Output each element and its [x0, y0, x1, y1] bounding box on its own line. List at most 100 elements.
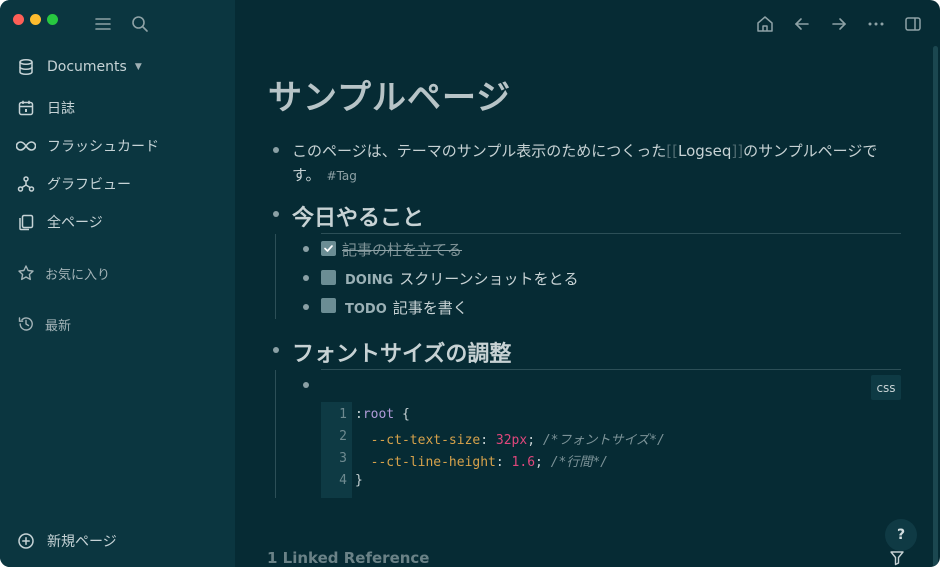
- arrow-left-icon[interactable]: [792, 14, 812, 34]
- sidebar-item-all-pages[interactable]: 全ページ: [16, 210, 221, 234]
- code-token: --ct-text-size: [355, 433, 481, 448]
- minimize-window-button[interactable]: [30, 14, 41, 25]
- code-token: :: [495, 455, 512, 470]
- block-bullet[interactable]: [303, 304, 309, 310]
- task-checkbox-checked[interactable]: [321, 241, 336, 256]
- filter-icon[interactable]: [889, 550, 905, 567]
- plus-circle-icon: [16, 531, 36, 551]
- task-text-done[interactable]: 記事の柱を立てる: [342, 239, 462, 260]
- recent-label: 最新: [45, 318, 72, 334]
- close-window-button[interactable]: [13, 14, 24, 25]
- link-bracket: [[: [666, 142, 678, 160]
- sidebar-item-label: 全ページ: [47, 215, 103, 231]
- task-todo[interactable]: TODO 記事を書く: [345, 297, 468, 318]
- home-icon[interactable]: [755, 14, 775, 34]
- tag-link[interactable]: #Tag: [327, 169, 357, 183]
- code-comment: /*フォントサイズ*/: [542, 433, 665, 448]
- graph-icon: [16, 174, 36, 194]
- code-token: ;: [527, 433, 543, 448]
- code-block[interactable]: 1 2 3 4 :root { --ct-text-size: 32px; /*…: [321, 402, 901, 498]
- code-token: ;: [535, 455, 551, 470]
- block-guide-line: [275, 234, 276, 319]
- section-heading[interactable]: 今日やること: [292, 200, 424, 232]
- intro-text: のサンプルページで: [743, 142, 878, 160]
- line-number: 1: [339, 407, 347, 422]
- code-token: }: [355, 473, 363, 488]
- chevron-down-icon: ▼: [134, 62, 142, 72]
- task-text: スクリーンショットをとる: [399, 270, 579, 288]
- new-page-button[interactable]: 新規ページ: [16, 529, 221, 553]
- main-scrollbar[interactable]: [933, 46, 938, 567]
- favorites-label: お気に入り: [45, 267, 111, 283]
- code-token: {: [394, 407, 410, 422]
- sidebar-item-label: グラフビュー: [47, 177, 131, 193]
- code-token: 32px: [495, 433, 528, 448]
- section-heading[interactable]: フォントサイズの調整: [292, 336, 511, 368]
- sidebar-item-graph-view[interactable]: グラフビュー: [16, 172, 221, 196]
- code-language-badge[interactable]: css: [871, 375, 901, 400]
- help-button[interactable]: ?: [885, 519, 917, 551]
- sidebar-item-label: 日誌: [47, 101, 75, 117]
- right-sidebar-toggle-icon[interactable]: [903, 14, 923, 34]
- code-line: :root {: [355, 407, 410, 422]
- arrow-right-icon[interactable]: [829, 14, 849, 34]
- code-token: --ct-line-height: [355, 455, 496, 470]
- code-line: }: [355, 473, 363, 488]
- intro-block-line2[interactable]: す。 #Tag: [292, 164, 357, 185]
- pages-icon: [16, 212, 36, 232]
- sidebar-item-journals[interactable]: 日誌: [16, 96, 221, 120]
- calendar-icon: [16, 98, 36, 118]
- line-number: 2: [339, 429, 347, 444]
- page-title[interactable]: サンプルページ: [268, 70, 511, 119]
- history-icon: [16, 314, 36, 334]
- task-checkbox[interactable]: [321, 298, 336, 313]
- main-content: サンプルページ このページは、テーマのサンプル表示のためにつくった[[Logse…: [235, 0, 940, 567]
- line-number: 3: [339, 451, 347, 466]
- database-icon: [16, 57, 36, 77]
- task-doing[interactable]: DOING スクリーンショットをとる: [345, 268, 579, 289]
- code-gutter: 1 2 3 4: [321, 402, 352, 498]
- heading-divider: [321, 233, 901, 234]
- code-comment: /*行間*/: [550, 455, 608, 470]
- block-bullet[interactable]: [303, 246, 309, 252]
- block-guide-line: [275, 370, 276, 498]
- infinity-icon: [16, 136, 36, 156]
- sidebar-item-flashcards[interactable]: フラッシュカード: [16, 134, 221, 158]
- block-bullet[interactable]: [273, 211, 279, 217]
- code-token: :: [355, 407, 363, 422]
- block-bullet[interactable]: [303, 382, 309, 388]
- more-icon[interactable]: [866, 14, 886, 34]
- task-checkbox[interactable]: [321, 270, 336, 285]
- code-token: 1.6: [511, 455, 536, 470]
- task-marker-doing: DOING: [345, 273, 394, 288]
- new-page-label: 新規ページ: [47, 534, 117, 550]
- task-text: 記事を書く: [392, 299, 468, 317]
- intro-block-line1[interactable]: このページは、テーマのサンプル表示のためにつくった[[Logseq]]のサンプル…: [292, 140, 877, 161]
- app-window: Documents ▼ 日誌 フラッシュカード グラフビュー 全ページ お気に入…: [0, 0, 940, 567]
- code-token: :: [480, 433, 496, 448]
- graph-name: Documents: [47, 59, 127, 75]
- block-bullet[interactable]: [273, 347, 279, 353]
- linked-references-header[interactable]: 1 Linked Reference: [267, 549, 429, 567]
- code-line: --ct-text-size: 32px; /*フォントサイズ*/: [355, 429, 665, 448]
- search-icon[interactable]: [130, 14, 150, 34]
- block-bullet[interactable]: [273, 147, 279, 153]
- page-link[interactable]: Logseq: [678, 142, 731, 160]
- intro-text: す。: [292, 166, 321, 184]
- sidebar-item-label: フラッシュカード: [47, 139, 159, 155]
- code-line: --ct-line-height: 1.6; /*行間*/: [355, 451, 608, 470]
- graph-selector[interactable]: Documents ▼: [16, 55, 221, 79]
- block-bullet[interactable]: [303, 275, 309, 281]
- link-bracket: ]]: [731, 142, 744, 160]
- favorites-section[interactable]: お気に入り: [16, 261, 221, 285]
- line-number: 4: [339, 473, 347, 488]
- left-sidebar: Documents ▼ 日誌 フラッシュカード グラフビュー 全ページ お気に入…: [0, 0, 235, 567]
- maximize-window-button[interactable]: [47, 14, 58, 25]
- intro-text: このページは、テーマのサンプル表示のためにつくった: [292, 142, 667, 160]
- code-token: root: [362, 407, 395, 422]
- task-marker-todo: TODO: [345, 302, 387, 317]
- recent-section[interactable]: 最新: [16, 312, 221, 336]
- heading-divider: [321, 369, 901, 370]
- star-icon: [16, 263, 36, 283]
- menu-icon[interactable]: [93, 14, 113, 34]
